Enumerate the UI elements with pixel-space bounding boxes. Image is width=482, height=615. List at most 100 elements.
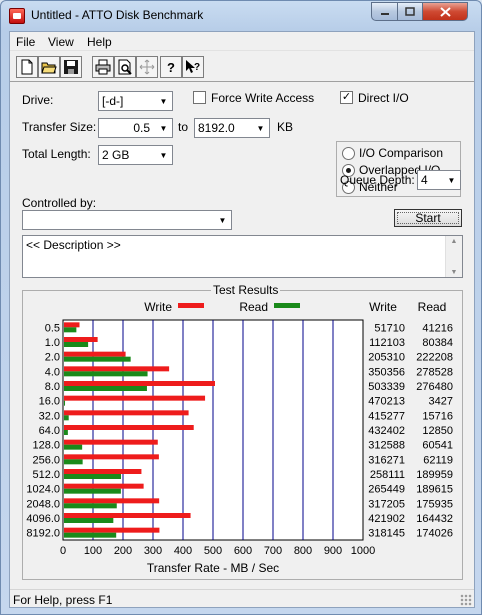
chevron-down-icon[interactable]: ▼ bbox=[214, 211, 231, 229]
description-scrollbar[interactable]: ▲ ▼ bbox=[445, 236, 462, 277]
total-length-select[interactable]: 2 GB ▼ bbox=[98, 145, 173, 165]
chevron-down-icon[interactable]: ▼ bbox=[155, 146, 172, 164]
write-value: 503339 bbox=[368, 381, 405, 393]
maximize-icon bbox=[405, 7, 415, 16]
write-bar bbox=[64, 439, 158, 445]
description-field[interactable]: << Description >> ▲ ▼ bbox=[22, 235, 463, 278]
atto-app-icon[interactable] bbox=[9, 8, 25, 24]
scroll-up-icon[interactable]: ▲ bbox=[446, 236, 462, 245]
x-tick-label: 400 bbox=[174, 545, 192, 557]
menu-view[interactable]: View bbox=[48, 35, 74, 49]
chevron-down-icon[interactable]: ▼ bbox=[252, 119, 269, 137]
svg-text:?: ? bbox=[194, 62, 200, 73]
scroll-down-icon[interactable]: ▼ bbox=[446, 269, 462, 276]
drive-select[interactable]: [-d-] ▼ bbox=[98, 91, 173, 111]
read-bar bbox=[64, 430, 68, 435]
write-bar bbox=[64, 337, 98, 342]
y-tick-label: 128.0 bbox=[32, 440, 60, 452]
read-bar bbox=[64, 503, 117, 509]
title-bar[interactable]: Untitled - ATTO Disk Benchmark bbox=[1, 1, 481, 31]
column-read-header: Read bbox=[418, 300, 447, 314]
open-button[interactable] bbox=[38, 56, 60, 78]
write-value: 317205 bbox=[368, 498, 405, 510]
help-button[interactable]: ? bbox=[160, 56, 182, 78]
x-tick-label: 600 bbox=[234, 545, 252, 557]
move-button[interactable] bbox=[136, 56, 158, 78]
io-comparison-label: I/O Comparison bbox=[359, 146, 444, 160]
read-bar bbox=[64, 518, 114, 523]
toolbar: ? ? bbox=[10, 52, 474, 82]
read-bar bbox=[64, 488, 121, 494]
status-bar: For Help, press F1 bbox=[10, 589, 474, 608]
y-tick-label: 1024.0 bbox=[26, 484, 60, 496]
y-tick-label: 4.0 bbox=[45, 366, 60, 378]
minimize-button[interactable] bbox=[371, 2, 398, 21]
y-tick-label: 64.0 bbox=[39, 425, 60, 437]
write-value: 318145 bbox=[368, 528, 405, 540]
close-button[interactable] bbox=[422, 2, 468, 21]
queue-depth-select[interactable]: 4 ▼ bbox=[417, 170, 461, 190]
direct-io-checkbox[interactable]: ✓ bbox=[340, 91, 353, 104]
print-button[interactable] bbox=[92, 56, 114, 78]
write-value: 316271 bbox=[368, 454, 405, 466]
move-icon bbox=[139, 59, 155, 75]
y-tick-label: 8192.0 bbox=[26, 528, 60, 540]
read-bar bbox=[64, 342, 89, 347]
force-write-checkbox[interactable] bbox=[193, 91, 206, 104]
description-text: << Description >> bbox=[26, 238, 121, 252]
write-bar bbox=[64, 425, 194, 430]
print-preview-icon bbox=[118, 59, 132, 75]
io-comparison-radio[interactable] bbox=[342, 147, 355, 160]
write-bar bbox=[64, 513, 191, 518]
context-help-icon: ? bbox=[186, 60, 200, 73]
save-button[interactable] bbox=[60, 56, 82, 78]
x-axis-label: Transfer Rate - MB / Sec bbox=[147, 561, 279, 575]
total-length-label: Total Length: bbox=[22, 147, 91, 161]
menu-help[interactable]: Help bbox=[87, 35, 112, 49]
write-value: 312588 bbox=[368, 440, 405, 452]
read-value: 276480 bbox=[416, 381, 453, 393]
read-value: 175935 bbox=[416, 498, 453, 510]
new-icon bbox=[21, 59, 33, 75]
write-value: 470213 bbox=[368, 396, 405, 408]
legend-write-label: Write bbox=[144, 300, 172, 314]
force-write-label: Force Write Access bbox=[211, 91, 315, 105]
read-value: 41216 bbox=[422, 322, 453, 334]
controlled-by-select[interactable]: ▼ bbox=[22, 210, 232, 230]
y-tick-label: 512.0 bbox=[32, 469, 60, 481]
x-tick-label: 200 bbox=[114, 545, 132, 557]
save-icon bbox=[64, 60, 78, 74]
new-button[interactable] bbox=[16, 56, 38, 78]
start-button[interactable]: Start bbox=[394, 209, 462, 227]
write-value: 421902 bbox=[368, 513, 405, 525]
transfer-size-from-select[interactable]: 0.5 ▼ bbox=[98, 118, 173, 138]
write-bar bbox=[64, 322, 80, 328]
chevron-down-icon[interactable]: ▼ bbox=[155, 92, 172, 110]
to-label: to bbox=[178, 120, 189, 134]
read-bar bbox=[64, 371, 148, 377]
resize-grip[interactable] bbox=[460, 594, 472, 606]
total-length-value: 2 GB bbox=[102, 148, 130, 162]
test-results-group: Test Results Write Read Write Read 0 100 2… bbox=[22, 283, 463, 580]
menu-file[interactable]: File bbox=[16, 35, 35, 49]
write-value: 112103 bbox=[369, 337, 405, 349]
context-help-button[interactable]: ? bbox=[182, 56, 204, 78]
y-tick-label: 0.5 bbox=[45, 322, 60, 334]
transfer-size-to-select[interactable]: 8192.0 ▼ bbox=[194, 118, 270, 138]
read-value: 174026 bbox=[416, 528, 453, 540]
y-tick-label: 2.0 bbox=[45, 352, 60, 364]
maximize-button[interactable] bbox=[397, 2, 423, 21]
print-icon bbox=[95, 59, 111, 75]
transfer-from-value: 0.5 bbox=[133, 121, 150, 135]
chevron-down-icon[interactable]: ▼ bbox=[443, 171, 460, 189]
open-icon bbox=[41, 62, 57, 74]
minimize-icon bbox=[380, 12, 389, 15]
print-preview-button[interactable] bbox=[114, 56, 136, 78]
chevron-down-icon[interactable]: ▼ bbox=[155, 119, 172, 137]
transfer-size-label: Transfer Size: bbox=[22, 120, 97, 134]
drive-label: Drive: bbox=[22, 93, 54, 107]
y-tick-label: 8.0 bbox=[45, 381, 60, 393]
read-value: 12850 bbox=[422, 425, 453, 437]
transfer-to-value: 8192.0 bbox=[198, 121, 235, 135]
write-bar bbox=[64, 483, 144, 489]
